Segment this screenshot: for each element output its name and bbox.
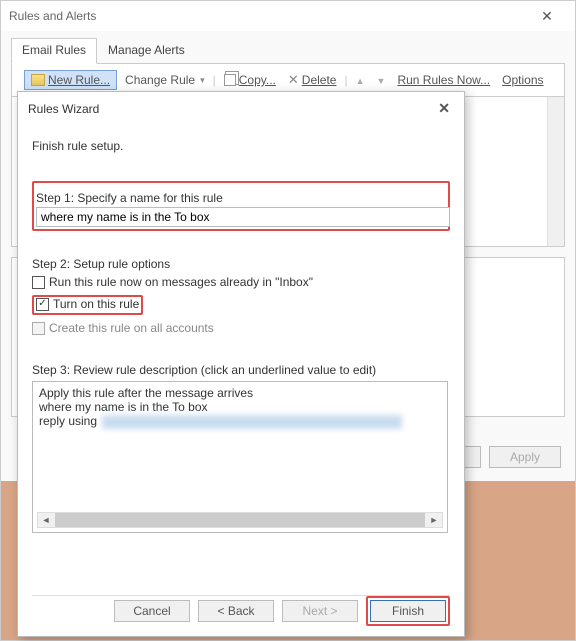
step1-label: Step 1: Specify a name for this rule <box>36 191 446 205</box>
wizard-finish-button[interactable]: Finish <box>370 600 446 622</box>
rules-list-scrollbar[interactable] <box>547 97 564 246</box>
move-up-button[interactable] <box>352 71 369 89</box>
delete-rule-button[interactable]: ✕ Delete <box>284 70 341 90</box>
run-now-checkbox-row[interactable]: Run this rule now on messages already in… <box>32 275 450 289</box>
rules-and-alerts-window: Rules and Alerts ✕ Email Rules Manage Al… <box>0 0 576 641</box>
wizard-footer: Cancel < Back Next > Finish <box>114 596 450 626</box>
wizard-heading: Finish rule setup. <box>32 139 450 153</box>
turn-on-checkbox[interactable]: ✓ <box>36 298 49 311</box>
wizard-title: Rules Wizard <box>28 102 434 116</box>
turn-on-checkbox-row[interactable]: ✓ Turn on this rule <box>36 297 139 311</box>
wizard-back-button[interactable]: < Back <box>198 600 274 622</box>
desc-horizontal-scrollbar[interactable]: ◄ ► <box>37 512 443 528</box>
all-accounts-checkbox <box>32 322 45 335</box>
turn-on-highlight: ✓ Turn on this rule <box>32 295 143 315</box>
arrow-down-icon <box>377 73 386 87</box>
tab-email-rules[interactable]: Email Rules <box>11 38 97 64</box>
step2-label: Step 2: Setup rule options <box>32 257 450 271</box>
step3-label: Step 3: Review rule description (click a… <box>32 363 450 377</box>
finish-highlight: Finish <box>366 596 450 626</box>
copy-rule-button[interactable]: Copy... <box>220 71 280 89</box>
wizard-cancel-button[interactable]: Cancel <box>114 600 190 622</box>
wizard-next-button: Next > <box>282 600 358 622</box>
arrow-up-icon <box>356 73 365 87</box>
run-rules-now-button[interactable]: Run Rules Now... <box>393 71 494 89</box>
step1-highlight: Step 1: Specify a name for this rule <box>32 181 450 231</box>
rules-titlebar: Rules and Alerts ✕ <box>1 1 575 31</box>
all-accounts-checkbox-row: Create this rule on all accounts <box>32 321 450 335</box>
copy-icon <box>224 74 236 86</box>
rules-tabs: Email Rules Manage Alerts <box>11 37 565 64</box>
scroll-right-icon[interactable]: ► <box>426 515 442 525</box>
desc-line-3: reply using <box>39 414 441 429</box>
scroll-thumb[interactable] <box>55 513 425 527</box>
rules-apply-button: Apply <box>489 446 561 468</box>
run-now-checkbox[interactable] <box>32 276 45 289</box>
desc-line-1: Apply this rule after the message arrive… <box>39 386 441 400</box>
scroll-left-icon[interactable]: ◄ <box>38 515 54 525</box>
rules-title: Rules and Alerts <box>9 9 96 23</box>
rule-description-box[interactable]: Apply this rule after the message arrive… <box>32 381 448 533</box>
options-button[interactable]: Options <box>498 71 547 89</box>
new-rule-button[interactable]: New Rule... <box>24 70 117 90</box>
new-rule-icon <box>31 74 45 86</box>
tab-manage-alerts[interactable]: Manage Alerts <box>97 38 196 64</box>
move-down-button[interactable] <box>373 71 390 89</box>
rules-wizard-dialog: Rules Wizard ✕ Finish rule setup. Step 1… <box>17 91 465 637</box>
change-rule-menu[interactable]: Change Rule <box>121 71 209 89</box>
close-icon[interactable]: ✕ <box>527 8 567 25</box>
wizard-titlebar: Rules Wizard ✕ <box>18 92 464 125</box>
rule-name-input[interactable] <box>36 207 450 227</box>
reply-template-link[interactable] <box>102 415 402 429</box>
wizard-close-icon[interactable]: ✕ <box>434 100 454 117</box>
delete-icon: ✕ <box>288 72 299 88</box>
desc-line-2: where my name is in the To box <box>39 400 441 414</box>
